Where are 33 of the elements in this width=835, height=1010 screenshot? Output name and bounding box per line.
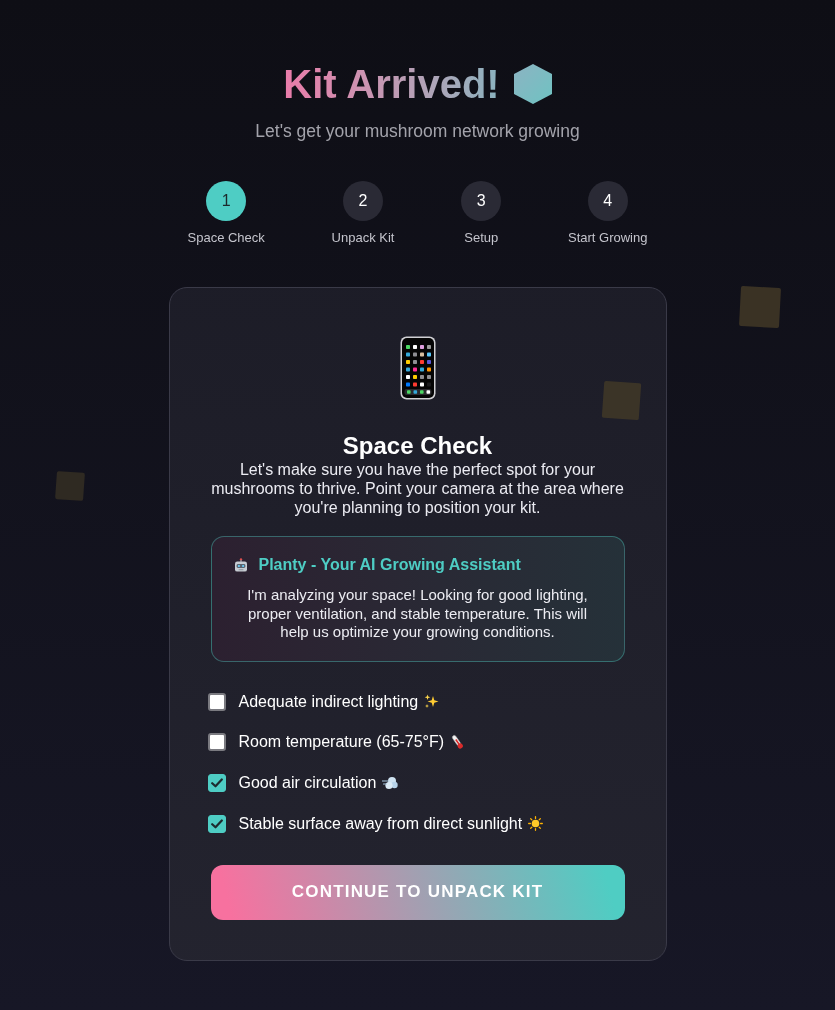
continue-button[interactable]: CONTINUE TO UNPACK KIT <box>210 864 625 920</box>
check-icon <box>210 818 223 829</box>
checkbox[interactable] <box>207 773 226 792</box>
sparkles-icon <box>424 694 440 709</box>
step-label: Setup <box>464 230 499 246</box>
step-number: 3 <box>461 181 502 221</box>
checklist-label: Good air circulation <box>238 772 377 793</box>
step-number: 2 <box>343 181 384 221</box>
floating-square <box>55 471 85 501</box>
phone-icon <box>399 336 436 400</box>
card-description: Let's make sure you have the perfect spot for your mushrooms to thrive. Point your camera at the area where you're planning to position your kit. <box>210 460 625 517</box>
hexagon-icon <box>513 64 552 104</box>
checklist-label: Room temperature (65-75°F) <box>238 732 445 753</box>
assistant-title: Planty - Your AI Growing Assistant <box>258 556 521 574</box>
check-icon <box>210 777 223 788</box>
step-number: 1 <box>206 181 247 221</box>
assistant-message: I'm analyzing your space! Looking for good lighting, proper ventilation, and stable temperature. This will help us optimize your growing conditions. <box>246 586 589 642</box>
card-title: Space Check <box>342 432 493 460</box>
checklist-label: Adequate indirect lighting <box>238 691 419 712</box>
floating-square <box>739 286 781 328</box>
step-label: Unpack Kit <box>331 230 395 246</box>
checklist-label: Stable surface away from direct sunlight <box>238 813 523 834</box>
cloud-puff-icon <box>382 775 399 790</box>
sun-icon <box>528 816 544 832</box>
robot-icon <box>233 558 248 572</box>
step-number: 4 <box>587 181 628 221</box>
page-subtitle: Let's get your mushroom network growing <box>255 120 580 143</box>
checkbox[interactable] <box>207 692 226 711</box>
step-label: Start Growing <box>568 230 648 246</box>
step-label: Space Check <box>187 230 265 246</box>
checkbox[interactable] <box>207 814 226 833</box>
thermometer-icon <box>450 734 466 751</box>
checkbox[interactable] <box>207 733 226 752</box>
